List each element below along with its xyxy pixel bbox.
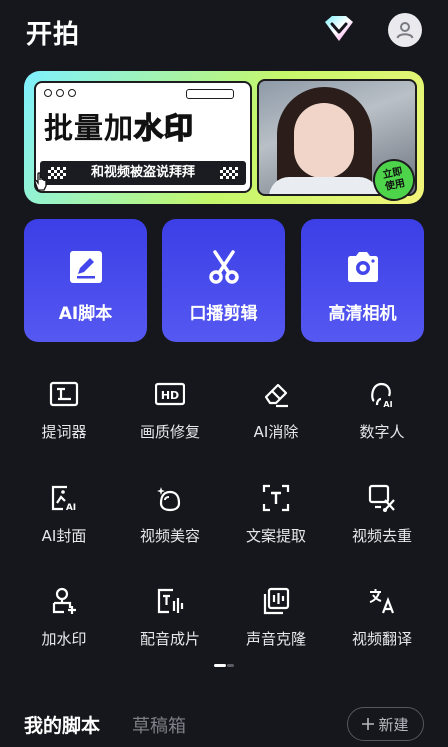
photo-shirt <box>269 177 379 194</box>
window-bar-icon <box>186 89 234 99</box>
page-title: 开拍 <box>26 20 81 50</box>
teleprompter-icon <box>49 381 79 407</box>
tool-label: AI消除 <box>253 423 299 441</box>
window-dots-icon <box>44 89 76 97</box>
checker-right-icon <box>220 167 238 179</box>
eraser-icon <box>264 383 288 408</box>
card-talk-edit[interactable]: 口播剪辑 <box>162 219 285 342</box>
tool-label: 画质修复 <box>139 423 200 441</box>
tool-label: 视频去重 <box>351 527 412 545</box>
new-button[interactable]: 新建 <box>347 707 424 741</box>
video-dedup-icon <box>368 484 395 512</box>
tool-ai-cover[interactable]: AI AI封面 <box>8 483 120 571</box>
tool-label: 视频翻译 <box>351 630 412 648</box>
svg-text:HD: HD <box>161 389 179 402</box>
tool-label: 数字人 <box>359 423 405 441</box>
tool-dubbing[interactable]: 配音成片 <box>114 586 226 674</box>
page-indicator <box>214 664 234 667</box>
svg-text:AI: AI <box>66 503 76 513</box>
tool-label: 配音成片 <box>139 630 200 648</box>
main-feature-cards: AI脚本 口播剪辑 高清相机 <box>24 219 424 342</box>
watermark-icon <box>52 587 76 614</box>
ai-cover-icon: AI <box>51 485 76 513</box>
banner-strip-text: 和视频被盗说拜拜 <box>90 165 195 180</box>
top-bar: 开拍 <box>0 0 448 64</box>
hand-cursor-icon <box>34 172 47 191</box>
photo-face <box>294 103 354 178</box>
voice-clone-icon <box>263 587 290 615</box>
tool-ai-erase[interactable]: AI消除 <box>220 379 332 467</box>
banner-headline-solid: 批量加 <box>44 111 135 145</box>
tab-my-scripts[interactable]: 我的脚本 <box>24 711 100 738</box>
new-button-label: 新建 <box>378 715 409 734</box>
diamond-vip-icon[interactable] <box>322 14 356 44</box>
digital-human-icon: AI <box>371 382 393 409</box>
tool-label: 视频美容 <box>139 527 200 545</box>
tool-label: 文案提取 <box>245 527 306 545</box>
svg-text:AI: AI <box>383 400 392 409</box>
tool-digital-human[interactable]: AI 数字人 <box>326 379 438 467</box>
tool-text-extract[interactable]: 文案提取 <box>220 483 332 571</box>
camera-icon <box>348 252 378 282</box>
tool-label: 提词器 <box>41 423 87 441</box>
scissors-icon <box>209 250 239 284</box>
tool-label: AI封面 <box>41 527 87 545</box>
text-extract-icon <box>262 484 290 512</box>
plus-icon <box>362 718 375 730</box>
card-label: AI脚本 <box>58 304 113 324</box>
tab-drafts[interactable]: 草稿箱 <box>132 712 186 738</box>
tool-video-dedup[interactable]: 视频去重 <box>326 483 438 571</box>
user-avatar-icon[interactable] <box>388 13 422 47</box>
card-label: 口播剪辑 <box>189 304 258 324</box>
promo-banner[interactable]: 批量加水印 和视频被盗说拜拜 立即 使用 <box>24 71 424 204</box>
card-ai-script[interactable]: AI脚本 <box>24 219 147 342</box>
banner-headline: 批量加水印 <box>44 105 194 147</box>
banner-strip: 和视频被盗说拜拜 <box>40 161 246 185</box>
tool-quality-repair[interactable]: HD 画质修复 <box>114 379 226 467</box>
dubbing-icon <box>157 588 184 614</box>
tool-label: 加水印 <box>41 630 87 648</box>
tool-video-translate[interactable]: 视频翻译 <box>326 586 438 674</box>
tool-video-beauty[interactable]: 视频美容 <box>114 483 226 571</box>
banner-headline-outline: 水印 <box>133 110 195 146</box>
tool-add-watermark[interactable]: 加水印 <box>8 586 120 674</box>
translate-icon <box>369 589 395 614</box>
hd-icon: HD <box>155 382 185 406</box>
card-hd-camera[interactable]: 高清相机 <box>301 219 424 342</box>
tool-label: 声音克隆 <box>245 630 306 648</box>
edit-pen-icon <box>70 251 102 283</box>
card-label: 高清相机 <box>328 304 397 324</box>
tool-teleprompter[interactable]: 提词器 <box>8 379 120 467</box>
tool-voice-clone[interactable]: 声音克隆 <box>220 586 332 674</box>
beauty-icon <box>157 487 181 512</box>
